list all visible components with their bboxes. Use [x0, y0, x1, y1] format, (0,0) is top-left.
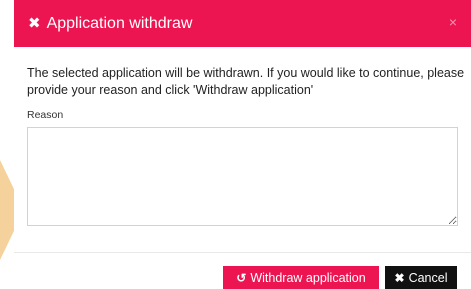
reason-label: Reason [27, 109, 64, 121]
close-icon[interactable]: × [449, 14, 457, 30]
footer-divider [14, 252, 471, 253]
dialog-title: ✖ Application withdraw [28, 15, 192, 33]
dialog-body: The selected application will be withdra… [14, 47, 471, 231]
dialog-header: ✖ Application withdraw × [14, 0, 471, 47]
undo-icon: ↺ [236, 270, 247, 285]
dialog-footer: ↺ Withdraw application ✖ Cancel [223, 266, 457, 289]
withdraw-application-button[interactable]: ↺ Withdraw application [223, 266, 379, 289]
withdraw-button-label: Withdraw application [250, 270, 366, 285]
times-icon: ✖ [28, 15, 41, 32]
times-icon: ✖ [394, 270, 405, 285]
withdraw-message: The selected application will be withdra… [27, 66, 465, 97]
dialog-title-text: Application withdraw [46, 14, 193, 32]
cancel-button[interactable]: ✖ Cancel [385, 266, 457, 289]
reason-textarea[interactable] [27, 127, 458, 226]
withdraw-dialog: ✖ Application withdraw × The selected ap… [14, 0, 471, 289]
cancel-button-label: Cancel [408, 270, 448, 285]
